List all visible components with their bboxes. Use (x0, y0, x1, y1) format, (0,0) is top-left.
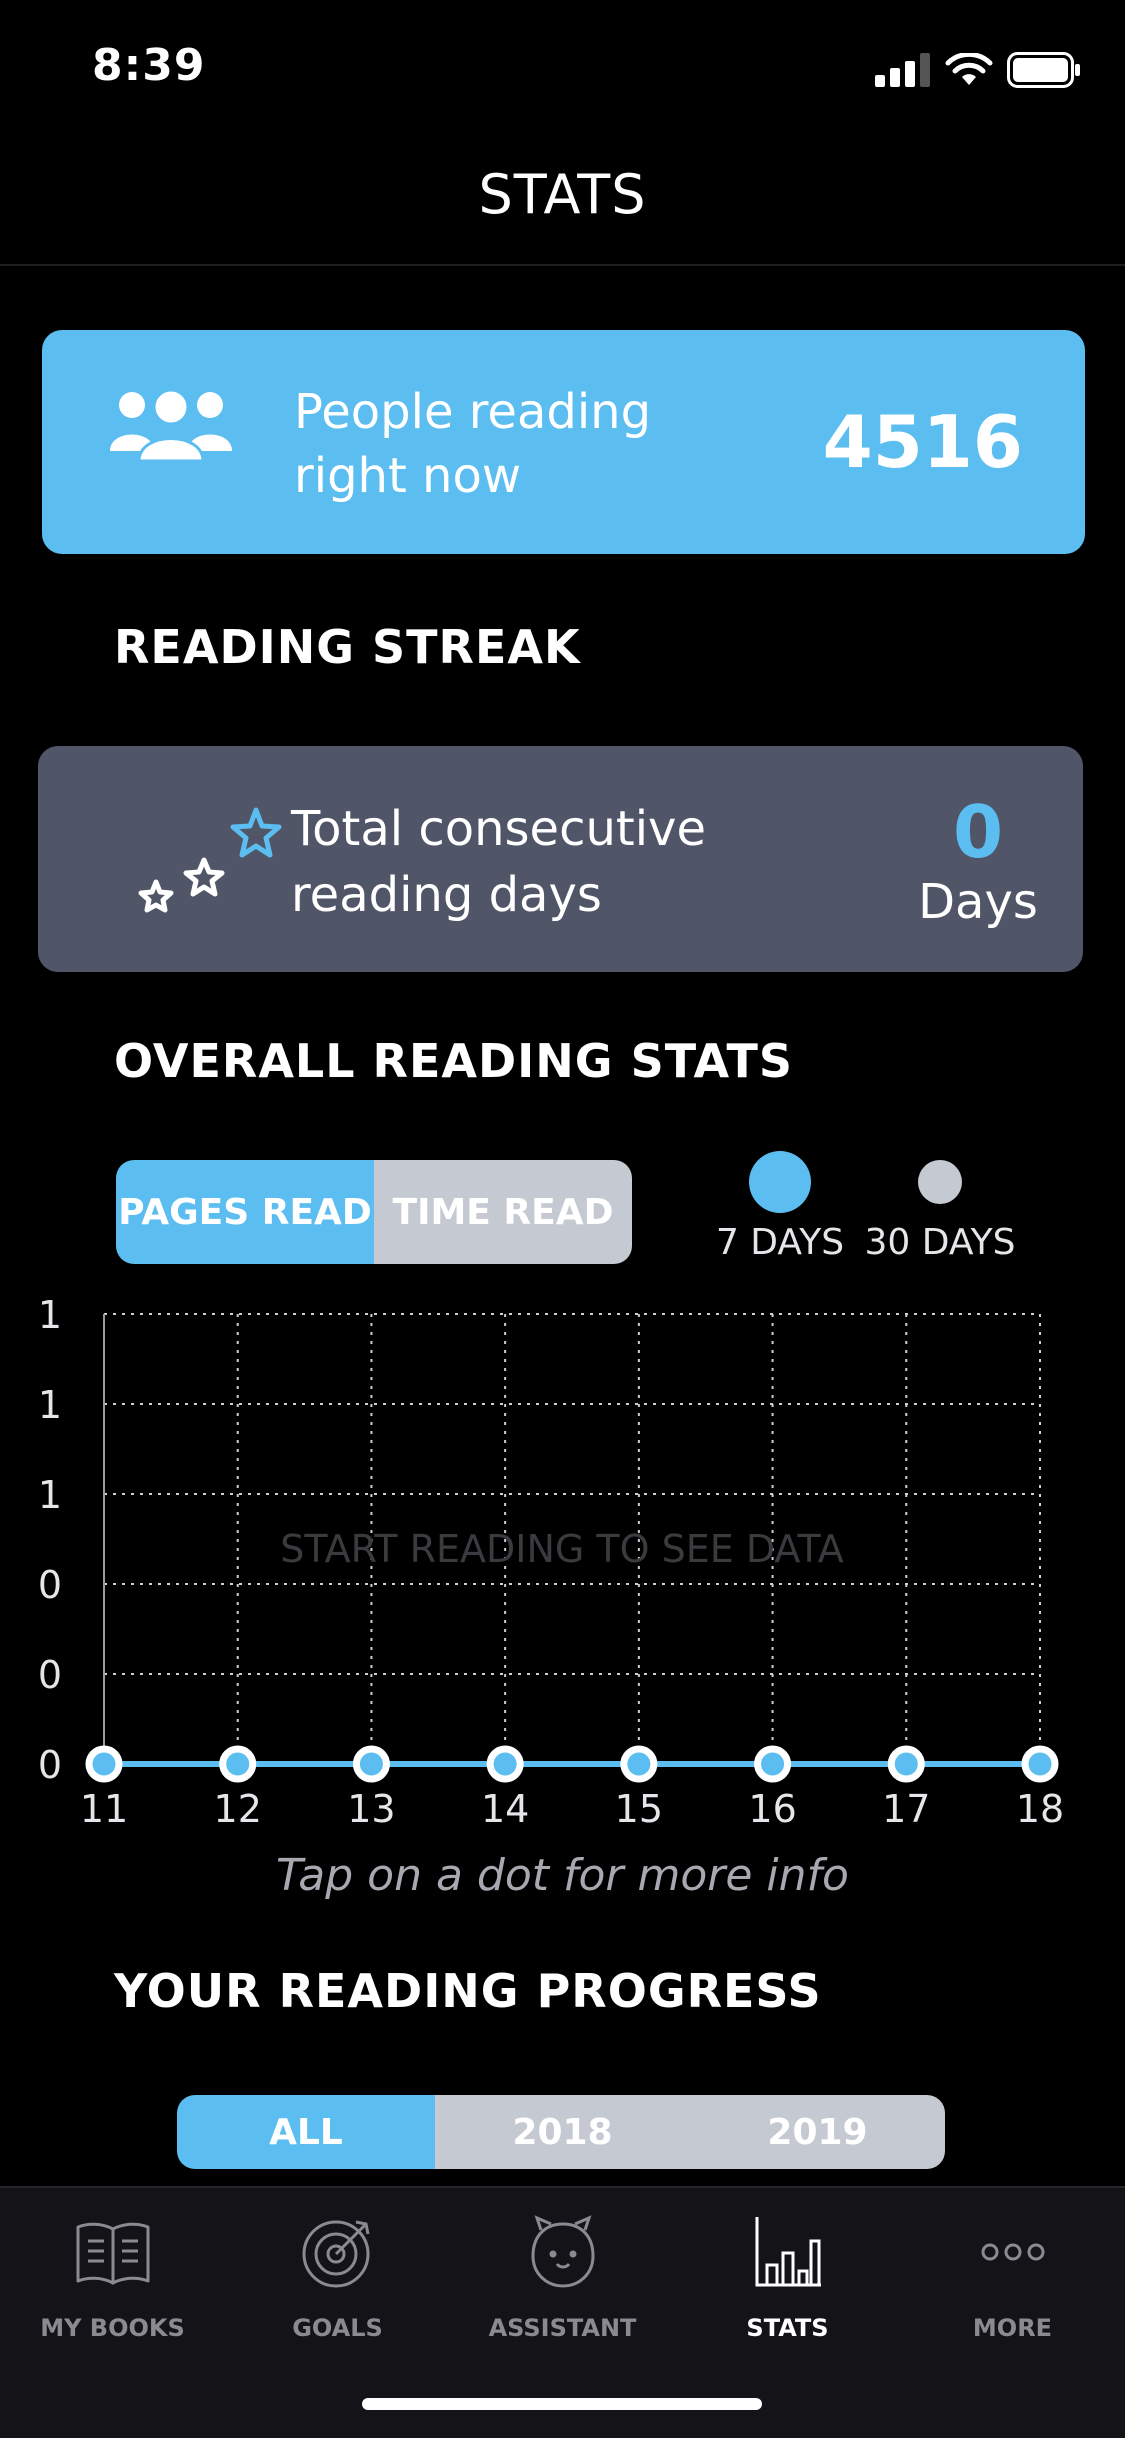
x-tick-label: 11 (80, 1787, 128, 1830)
tab-label: GOALS (292, 2314, 383, 2342)
tab-assistant[interactable]: ASSISTANT (450, 2210, 675, 2342)
y-tick-label: 0 (38, 1563, 62, 1607)
header-divider (0, 264, 1125, 266)
data-point[interactable] (352, 1745, 390, 1783)
reading-streak-card: Total consecutive reading days 0 Days (38, 746, 1083, 972)
overall-stats-title: OVERALL READING STATS (114, 1034, 794, 1088)
people-reading-count: 4516 (822, 400, 1023, 484)
range-7-days-label[interactable]: 7 DAYS (700, 1222, 860, 1263)
data-point[interactable] (486, 1745, 524, 1783)
tab-label: MORE (972, 2314, 1053, 2342)
tab-label: MY BOOKS (40, 2314, 185, 2342)
bar-chart-icon (746, 2210, 830, 2294)
x-tick-label: 13 (347, 1787, 395, 1830)
people-reading-label: People reading right now (294, 384, 652, 504)
data-point[interactable] (620, 1745, 658, 1783)
reading-streak-title: READING STREAK (114, 620, 581, 674)
streak-label: Total consecutive reading days (291, 801, 706, 923)
data-point[interactable] (754, 1745, 792, 1783)
range-30-days-label[interactable]: 30 DAYS (860, 1222, 1020, 1263)
streak-count: 0 (952, 790, 1004, 874)
x-tick-label: 12 (214, 1787, 262, 1830)
assistant-face-icon (521, 2210, 605, 2294)
people-group-icon (108, 385, 234, 469)
y-tick-label: 0 (38, 1743, 62, 1787)
tab-label: STATS (746, 2314, 829, 2342)
more-dots-icon (971, 2210, 1055, 2294)
reading-progress-title: YOUR READING PROGRESS (114, 1964, 822, 2018)
tab-more[interactable]: MORE (900, 2210, 1125, 2342)
x-tick-label: 18 (1016, 1787, 1064, 1830)
x-tick-label: 15 (615, 1787, 663, 1830)
streak-unit: Days (918, 874, 1038, 930)
x-tick-label: 16 (748, 1787, 796, 1830)
data-point[interactable] (219, 1745, 257, 1783)
battery-icon (1007, 52, 1080, 88)
tab-label: ASSISTANT (488, 2314, 637, 2342)
book-icon (71, 2210, 155, 2294)
status-icons (875, 50, 1081, 90)
home-indicator (362, 2398, 762, 2410)
range-30-days-dot[interactable] (918, 1160, 962, 1204)
wifi-icon (945, 53, 993, 85)
signal-icon (875, 53, 930, 87)
empty-state-message: START READING TO SEE DATA (280, 1527, 843, 1571)
pages-read-chart: 00011111 12 13 14 15 16 17 18START READING TO S… (38, 1293, 1064, 1830)
tab-time-read[interactable]: TIME READ (374, 1160, 632, 1264)
y-tick-label: 1 (38, 1383, 62, 1427)
tab-goals[interactable]: GOALS (225, 2210, 450, 2342)
y-tick-label: 1 (38, 1293, 62, 1337)
data-point[interactable] (887, 1745, 925, 1783)
tab-my-books[interactable]: MY BOOKS (0, 2210, 225, 2342)
tab-all[interactable]: ALL (177, 2095, 435, 2169)
data-point[interactable] (1021, 1745, 1059, 1783)
stars-icon (88, 796, 288, 930)
tab-2018[interactable]: 2018 (435, 2095, 690, 2169)
people-reading-card: People reading right now 4516 (42, 330, 1085, 554)
page-title: STATS (478, 163, 647, 226)
x-tick-label: 17 (882, 1787, 930, 1830)
x-tick-label: 14 (481, 1787, 529, 1830)
data-point[interactable] (85, 1745, 123, 1783)
status-time: 8:39 (92, 40, 206, 91)
metric-toggle: PAGES READ TIME READ (116, 1160, 632, 1264)
tab-2019[interactable]: 2019 (690, 2095, 945, 2169)
chart-hint: Tap on a dot for more info (276, 1850, 849, 1901)
progress-toggle: ALL 2018 2019 (177, 2095, 945, 2169)
tab-stats[interactable]: STATS (675, 2210, 900, 2342)
tab-pages-read[interactable]: PAGES READ (116, 1160, 374, 1264)
target-icon (296, 2210, 380, 2294)
y-tick-label: 1 (38, 1473, 62, 1517)
range-7-days-dot[interactable] (749, 1151, 811, 1213)
y-tick-label: 0 (38, 1653, 62, 1697)
